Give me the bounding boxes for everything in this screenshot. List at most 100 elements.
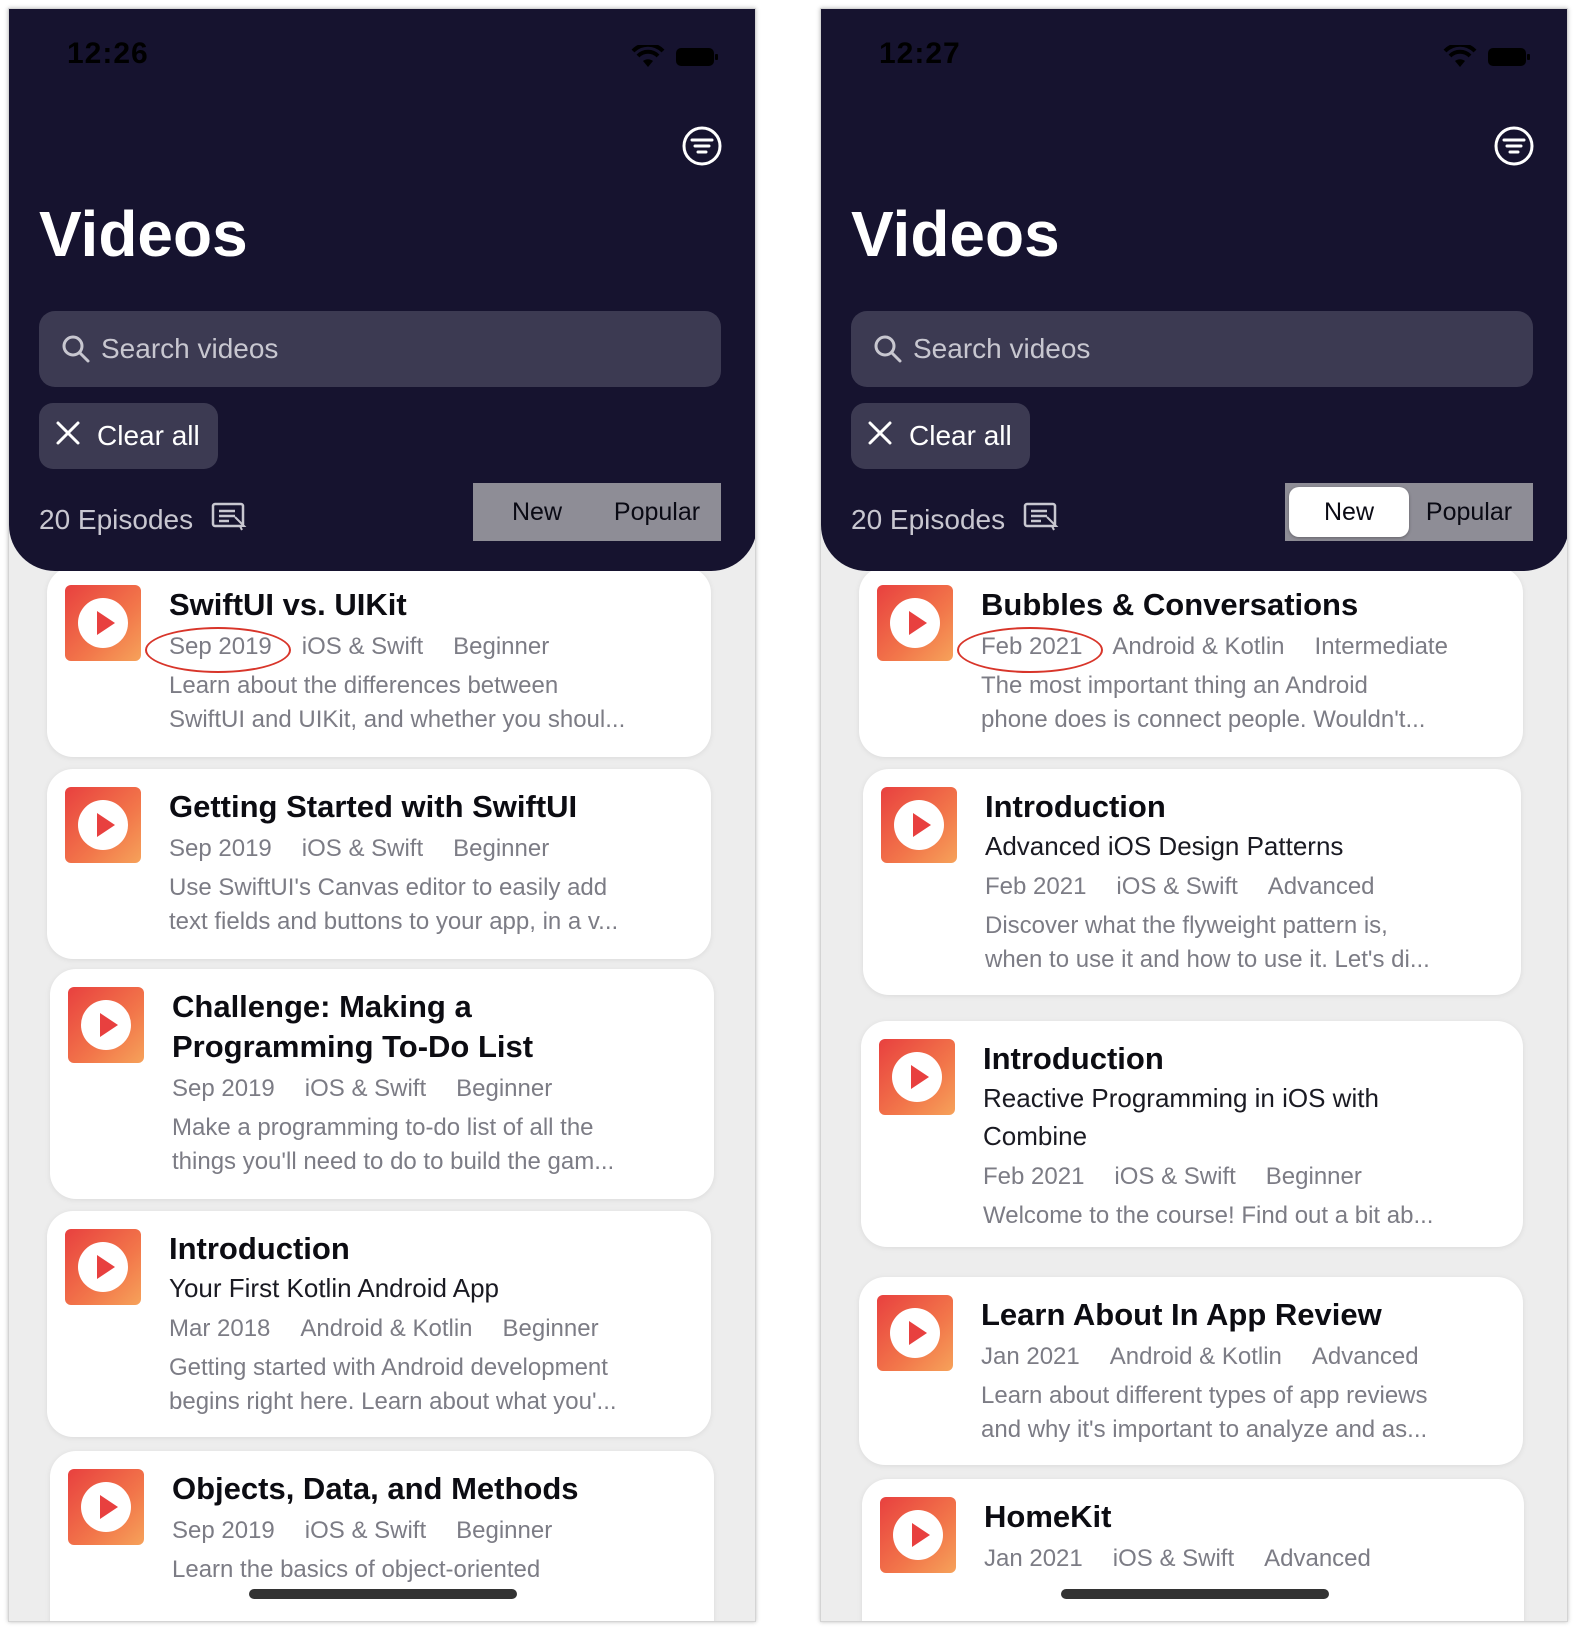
highlight-circle [145, 627, 291, 673]
video-thumbnail [65, 787, 141, 863]
video-card[interactable]: Introduction Reactive Programming in iOS… [861, 1021, 1523, 1247]
video-title: HomeKit [984, 1499, 1112, 1534]
play-icon [78, 1242, 128, 1292]
video-card[interactable]: HomeKit Jan 2021 iOS & Swift Advanced [862, 1479, 1524, 1621]
clear-all-label: Clear all [97, 420, 200, 451]
play-icon [78, 598, 128, 648]
video-card[interactable]: Introduction Your First Kotlin Android A… [47, 1211, 711, 1437]
search-input[interactable] [101, 333, 661, 365]
video-domain: iOS & Swift [1116, 873, 1238, 900]
video-date: Sep 2019 [172, 1075, 275, 1102]
video-date: Mar 2018 [169, 1315, 271, 1342]
video-card[interactable]: Learn About In App Review Jan 2021 Andro… [859, 1277, 1523, 1465]
video-level: Intermediate [1314, 633, 1448, 660]
segment-new[interactable]: New [477, 487, 597, 537]
segment-popular[interactable]: Popular [1409, 487, 1529, 537]
video-thumbnail [877, 585, 953, 661]
video-description: Use SwiftUI's Canvas editor to easily ad… [169, 874, 608, 901]
video-thumbnail [68, 987, 144, 1063]
wifi-icon [631, 45, 665, 69]
video-description: Learn the basics of object-oriented [172, 1556, 541, 1583]
video-card[interactable]: Introduction Advanced iOS Design Pattern… [863, 769, 1521, 995]
video-level: Beginner [502, 1315, 599, 1342]
video-description: Learn about the differences between [169, 672, 559, 699]
video-subtitle: Advanced iOS Design Patterns [985, 831, 1344, 861]
play-icon [890, 1308, 940, 1358]
segment-popular[interactable]: Popular [597, 487, 717, 537]
battery-icon [675, 46, 719, 68]
play-icon [78, 800, 128, 850]
video-description: Make a programming to-do list of all the [172, 1114, 594, 1141]
clear-all-button[interactable]: Clear all [851, 403, 1030, 469]
search-icon [873, 334, 903, 364]
video-domain: iOS & Swift [304, 1517, 427, 1544]
play-icon [81, 1000, 131, 1050]
video-domain: Android & Kotlin [300, 1315, 473, 1342]
video-level: Advanced [1264, 1545, 1371, 1572]
video-card[interactable]: SwiftUI vs. UIKit Sep 2019 iOS & Swift B… [47, 567, 711, 757]
episodes-list-icon[interactable] [1023, 501, 1059, 538]
video-domain: iOS & Swift [301, 835, 424, 862]
video-level: Beginner [456, 1517, 553, 1544]
video-domain: iOS & Swift [1114, 1163, 1236, 1190]
status-time: 12:26 [67, 37, 149, 70]
filter-icon[interactable] [1493, 125, 1535, 167]
video-title-line2: Programming To-Do List [172, 1029, 534, 1064]
sort-segmented-control[interactable]: New Popular [473, 483, 721, 541]
play-icon [81, 1482, 131, 1532]
video-description: Learn about different types of app revie… [981, 1382, 1428, 1409]
status-time: 12:27 [879, 37, 961, 70]
video-domain: Android & Kotlin [1112, 633, 1285, 660]
video-card[interactable]: Challenge: Making a Programming To-Do Li… [50, 969, 714, 1199]
video-card[interactable]: Getting Started with SwiftUI Sep 2019 iO… [47, 769, 711, 959]
filter-icon[interactable] [681, 125, 723, 167]
search-input[interactable] [913, 333, 1473, 365]
video-title: Getting Started with SwiftUI [169, 789, 578, 824]
video-date: Feb 2021 [983, 1163, 1085, 1190]
video-description: Discover what the flyweight pattern is, [985, 912, 1388, 939]
video-subtitle-line2: Combine [983, 1121, 1088, 1151]
video-level: Advanced [1267, 873, 1375, 900]
close-icon [867, 420, 893, 453]
video-description: The most important thing an Android [981, 672, 1368, 699]
video-thumbnail [68, 1469, 144, 1545]
video-description: Getting started with Android development [169, 1354, 608, 1381]
episode-count: 20 Episodes [851, 503, 1006, 535]
video-thumbnail [879, 1039, 955, 1115]
search-bar[interactable] [851, 311, 1533, 387]
battery-icon [1487, 46, 1531, 68]
video-domain: iOS & Swift [301, 633, 424, 660]
video-thumbnail [877, 1295, 953, 1371]
video-subtitle: Reactive Programming in iOS with [983, 1083, 1379, 1113]
sort-segmented-control[interactable]: New Popular [1285, 483, 1533, 541]
phone-screen-right: 12:27 Videos Clear all 20 Episodes New P… [820, 8, 1568, 1622]
phone-screen-left: 12:26 Videos Clear all 20 Episodes New P… [8, 8, 756, 1622]
home-indicator[interactable] [1061, 1589, 1329, 1599]
videos-header: 12:26 Videos Clear all 20 Episodes New P… [9, 9, 755, 571]
video-thumbnail [880, 1497, 956, 1573]
video-domain: iOS & Swift [1112, 1545, 1235, 1572]
episodes-list-icon[interactable] [211, 501, 247, 538]
clear-all-button[interactable]: Clear all [39, 403, 218, 469]
video-domain: Android & Kotlin [1109, 1343, 1282, 1370]
video-title: SwiftUI vs. UIKit [169, 587, 407, 622]
home-indicator[interactable] [249, 1589, 517, 1599]
page-title: Videos [851, 198, 1060, 270]
wifi-icon [1443, 45, 1477, 69]
search-bar[interactable] [39, 311, 721, 387]
play-icon [890, 598, 940, 648]
video-level: Advanced [1311, 1343, 1419, 1370]
video-level: Beginner [453, 835, 550, 862]
video-thumbnail [881, 787, 957, 863]
video-title: Introduction [169, 1231, 350, 1266]
video-thumbnail [65, 585, 141, 661]
segment-new[interactable]: New [1289, 487, 1409, 537]
video-title: Introduction [985, 789, 1166, 824]
video-date: Sep 2019 [172, 1517, 275, 1544]
search-icon [61, 334, 91, 364]
video-thumbnail [65, 1229, 141, 1305]
video-level: Beginner [453, 633, 550, 660]
video-level: Beginner [456, 1075, 553, 1102]
clear-all-label: Clear all [909, 420, 1012, 451]
video-card[interactable]: Bubbles & Conversations Feb 2021 Android… [859, 567, 1523, 757]
